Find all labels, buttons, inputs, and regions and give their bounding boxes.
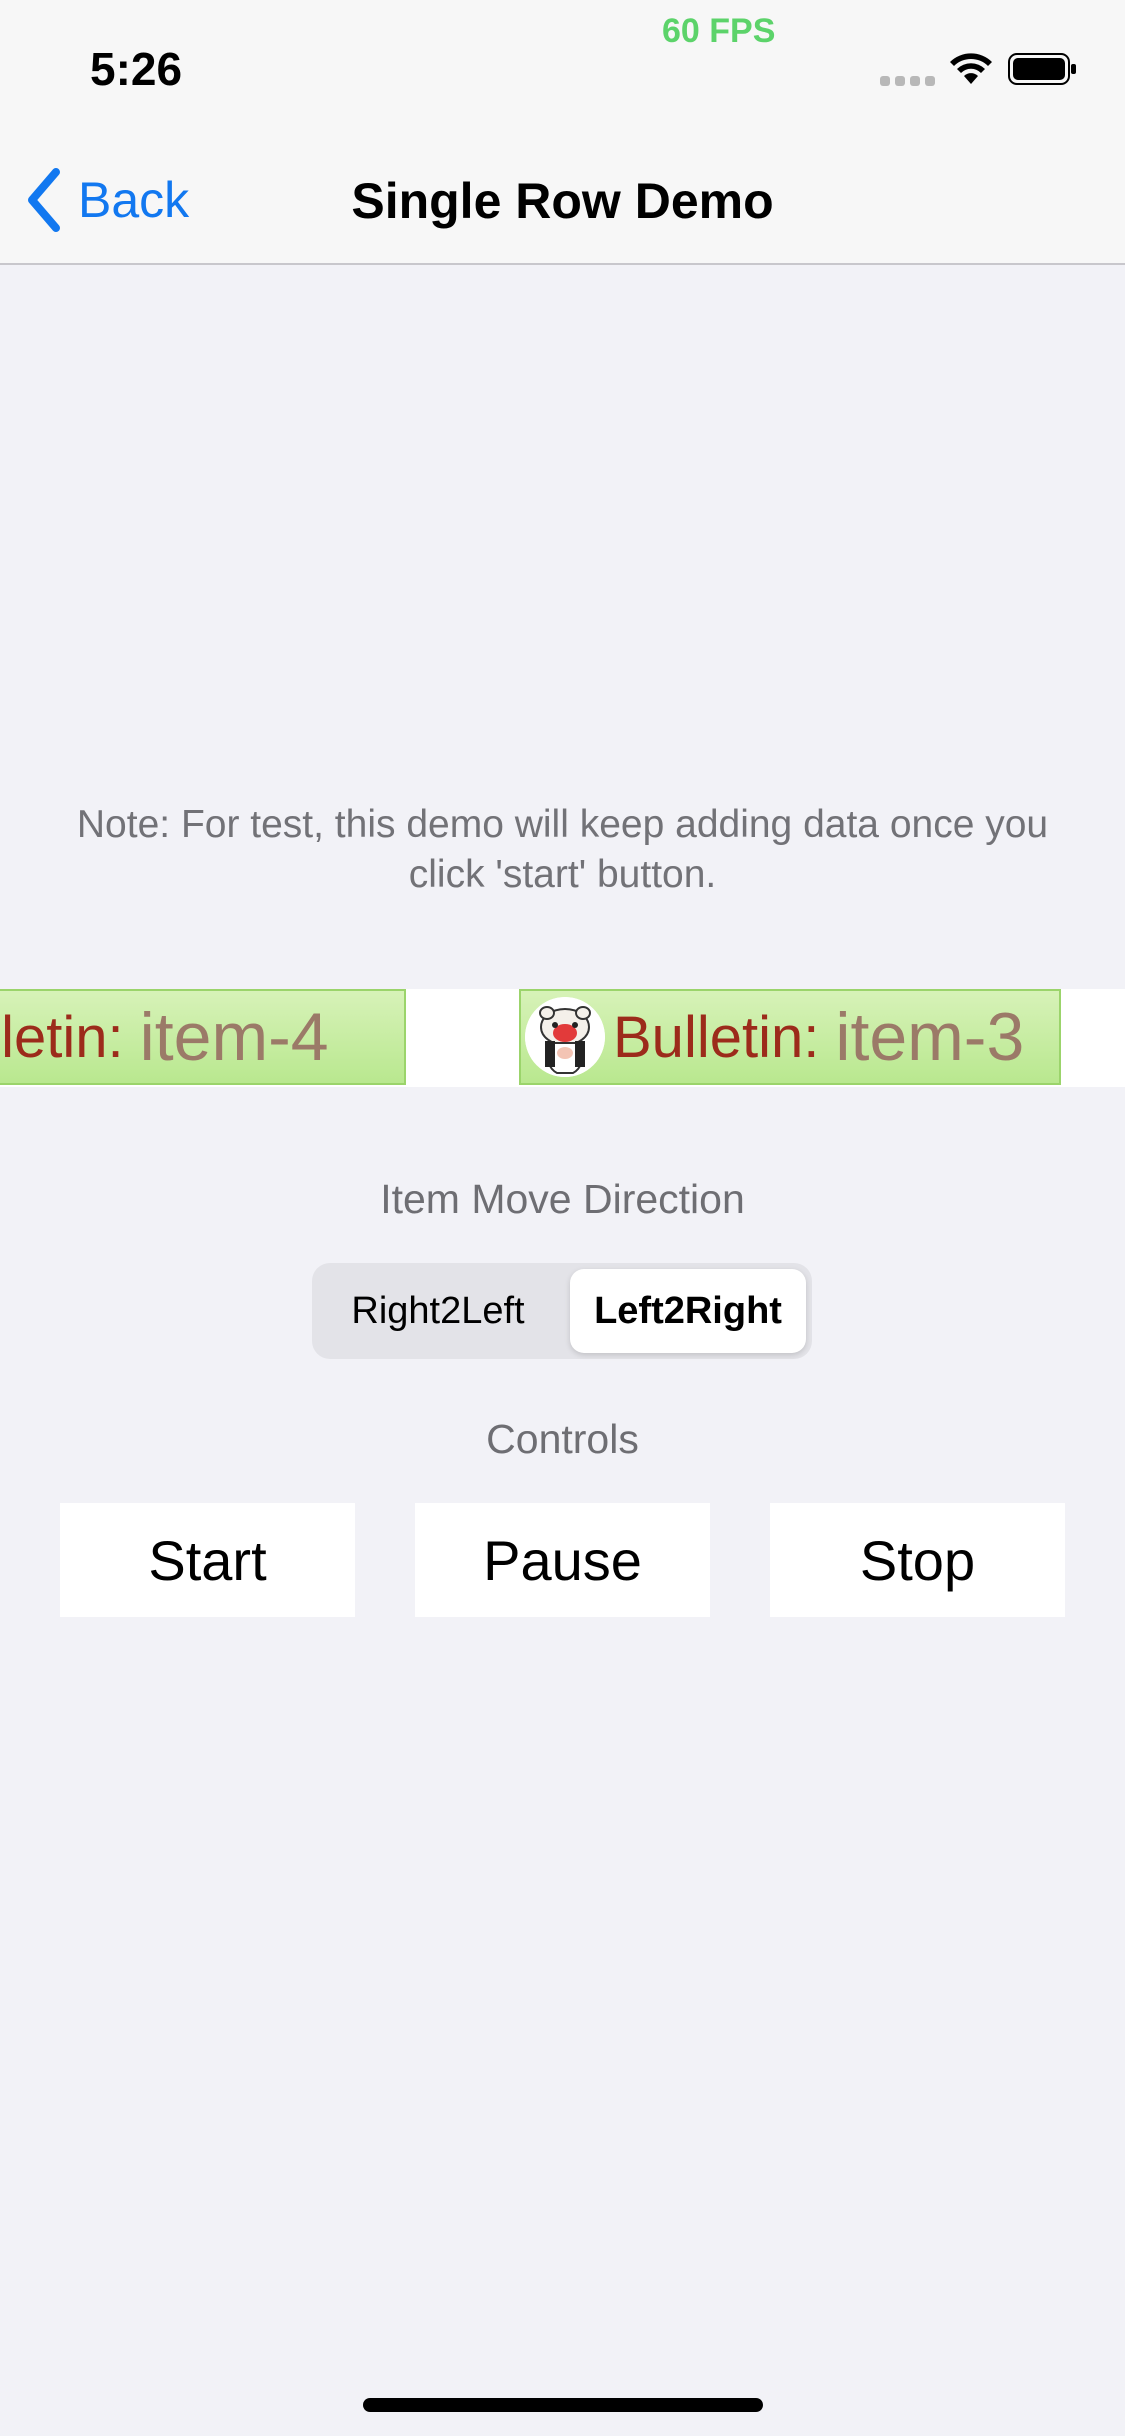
bulletin-item-label: item-4 — [139, 999, 329, 1075]
bulletin-item: ulletin: item-4 — [0, 989, 406, 1085]
battery-icon — [1008, 53, 1076, 85]
bulletin-item-label: item-3 — [835, 999, 1025, 1075]
status-bar: 5:26 60 FPS — [0, 0, 1125, 132]
segment-left2right[interactable]: Left2Right — [570, 1269, 806, 1353]
status-time: 5:26 — [90, 43, 183, 95]
navigation-bar: Back Single Row Demo — [0, 132, 1125, 265]
segment-right2left[interactable]: Right2Left — [318, 1269, 558, 1353]
note-text: Note: For test, this demo will keep addi… — [76, 803, 1049, 896]
wifi-icon — [950, 53, 992, 84]
page-title: Single Row Demo — [351, 173, 774, 229]
start-button[interactable]: Start — [60, 1503, 355, 1617]
fps-counter: 60 FPS — [662, 12, 776, 50]
bulletin-marquee: ulletin: item-4 Bulletin: item-3 — [0, 989, 1125, 1087]
bulletin-prefix: ulletin: — [0, 1004, 124, 1070]
home-indicator[interactable] — [363, 2398, 763, 2412]
pause-button[interactable]: Pause — [415, 1503, 710, 1617]
bulletin-prefix: Bulletin: — [613, 1004, 820, 1070]
bulletin-item: Bulletin: item-3 — [519, 989, 1061, 1085]
cellular-signal-icon — [880, 72, 936, 86]
controls-label: Controls — [486, 1416, 639, 1462]
avatar — [525, 997, 605, 1077]
stop-button[interactable]: Stop — [770, 1503, 1065, 1617]
direction-label: Item Move Direction — [380, 1176, 745, 1222]
direction-segmented-control: Right2Left Left2Right — [312, 1263, 812, 1359]
